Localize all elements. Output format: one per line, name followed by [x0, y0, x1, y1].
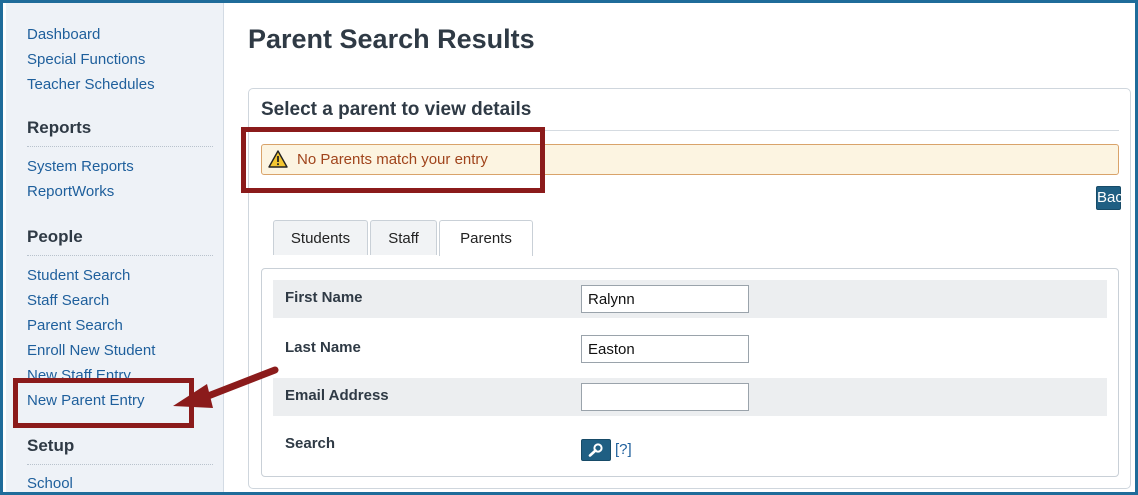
form-row-search: Search [?]	[273, 426, 1107, 464]
section-divider	[27, 464, 213, 465]
first-name-label: First Name	[285, 289, 363, 306]
nav-link-parent-search[interactable]: Parent Search	[27, 317, 123, 335]
section-heading-people: People	[27, 227, 83, 246]
first-name-input[interactable]	[581, 285, 749, 313]
app-frame: Dashboard Special Functions Teacher Sche…	[0, 0, 1138, 495]
tab-staff[interactable]: Staff	[370, 220, 437, 255]
section-heading-setup: Setup	[27, 436, 75, 455]
nav-link-student-search[interactable]: Student Search	[27, 267, 130, 285]
email-input[interactable]	[581, 383, 749, 411]
nav-link-teacher-schedules[interactable]: Teacher Schedules	[27, 76, 155, 94]
form-row-email: Email Address	[273, 378, 1107, 416]
search-label: Search	[285, 435, 336, 452]
nav-link-reportworks[interactable]: ReportWorks	[27, 183, 114, 201]
tab-students[interactable]: Students	[273, 220, 368, 255]
annotation-highlight-alert	[241, 127, 545, 193]
back-button[interactable]: Back	[1096, 186, 1130, 210]
nav-link-dashboard[interactable]: Dashboard	[27, 26, 100, 44]
page-title: Parent Search Results	[248, 24, 535, 54]
section-divider	[27, 146, 213, 147]
section-divider	[27, 255, 213, 256]
nav-link-staff-search[interactable]: Staff Search	[27, 292, 109, 310]
nav-link-enroll-new-student[interactable]: Enroll New Student	[27, 342, 155, 360]
form-row-last-name: Last Name	[273, 330, 1107, 368]
parent-search-form: First Name Last Name Email Address Searc…	[261, 268, 1119, 477]
form-row-first-name: First Name	[273, 280, 1107, 318]
nav-link-special-functions[interactable]: Special Functions	[27, 51, 145, 69]
help-link[interactable]: [?]	[615, 441, 632, 459]
last-name-input[interactable]	[581, 335, 749, 363]
email-label: Email Address	[285, 387, 389, 404]
last-name-label: Last Name	[285, 339, 361, 356]
panel-title: Select a parent to view details	[261, 99, 532, 120]
magnifier-icon	[588, 443, 603, 457]
section-heading-reports: Reports	[27, 118, 92, 137]
nav-link-school[interactable]: School	[27, 475, 73, 492]
nav-link-system-reports[interactable]: System Reports	[27, 158, 134, 176]
annotation-arrow-icon	[173, 366, 279, 408]
search-button[interactable]	[581, 439, 611, 461]
tab-parents[interactable]: Parents	[439, 220, 533, 256]
